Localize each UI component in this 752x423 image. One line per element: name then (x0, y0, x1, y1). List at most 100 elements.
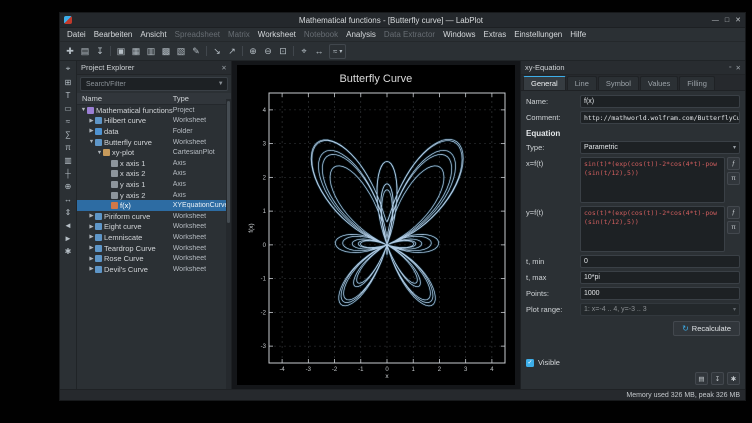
expander-icon[interactable]: ▶ (88, 224, 95, 230)
type-select[interactable]: Parametric ▾ (580, 141, 740, 154)
menu-einstellungen[interactable]: Einstellungen (510, 30, 566, 39)
tmin-field[interactable]: 0 (580, 255, 740, 268)
new-worksheet-icon[interactable]: ▧ (174, 44, 188, 58)
insert-function-button[interactable]: ƒ (727, 157, 740, 170)
new-spreadsheet-icon[interactable]: ▥ (144, 44, 158, 58)
tab-symbol[interactable]: Symbol (598, 76, 639, 90)
column-type[interactable]: Type (173, 94, 231, 103)
legend-icon[interactable]: ▥ (62, 154, 75, 166)
settings-icon[interactable]: ✱ (62, 245, 75, 257)
expander-icon[interactable]: ▶ (88, 128, 95, 134)
options-button[interactable]: ✱ (727, 372, 740, 385)
expander-icon[interactable]: ▶ (88, 213, 95, 219)
tree-row-lemniscate[interactable]: ▶LemniscateWorksheet (77, 232, 231, 243)
pan-icon[interactable]: ↔ (312, 44, 326, 58)
insert-function-button[interactable]: ƒ (727, 206, 740, 219)
new-matrix-icon[interactable]: ▩ (159, 44, 173, 58)
tab-values[interactable]: Values (640, 76, 678, 90)
filter-icon[interactable]: ▼ (218, 81, 224, 87)
text-label-icon[interactable]: T (62, 89, 75, 101)
tree-row-teardrop-curve[interactable]: ▶Teardrop CurveWorksheet (77, 243, 231, 254)
insert-constant-button[interactable]: π (727, 172, 740, 185)
menu-hilfe[interactable]: Hilfe (566, 30, 590, 39)
tree-row-x-axis-1[interactable]: x axis 1Axis (77, 158, 231, 169)
project-explorer-close-icon[interactable]: ✕ (221, 64, 226, 72)
maximize-button[interactable]: □ (725, 17, 729, 24)
open-project-icon[interactable]: ▤ (78, 44, 92, 58)
expander-icon[interactable]: ▶ (88, 266, 95, 272)
titlebar[interactable]: Mathematical functions - [Butterfly curv… (60, 13, 745, 28)
tree-row-butterfly-curve[interactable]: ▼Butterfly curveWorksheet (77, 137, 231, 148)
zoom-select-icon[interactable]: ⊕ (62, 180, 75, 192)
tree-row-data[interactable]: ▶dataFolder (77, 126, 231, 137)
equation-icon[interactable]: ∑ (62, 128, 75, 140)
tree-row-x-axis-2[interactable]: x axis 2Axis (77, 169, 231, 180)
new-project-icon[interactable]: ✚ (63, 44, 77, 58)
recalculate-button[interactable]: ↻ Recalculate (673, 321, 740, 336)
points-field[interactable]: 1000 (580, 287, 740, 300)
minimize-button[interactable]: — (712, 17, 719, 24)
menu-analysis[interactable]: Analysis (342, 30, 380, 39)
menu-extras[interactable]: Extras (480, 30, 511, 39)
x-equation-input[interactable]: sin(t)*(exp(cos(t))-2*cos(4*t)-pow(sin(t… (580, 157, 725, 203)
add-plot-icon[interactable]: ⊞ (62, 76, 75, 88)
new-workbook-icon[interactable]: ▦ (129, 44, 143, 58)
export-icon[interactable]: ↗ (225, 44, 239, 58)
curve-icon[interactable]: ≈ (62, 115, 75, 127)
image-icon[interactable]: ▭ (62, 102, 75, 114)
tree-row-piriform-curve[interactable]: ▶Piriform curveWorksheet (77, 211, 231, 222)
constant-icon[interactable]: π (62, 141, 75, 153)
menu-bearbeiten[interactable]: Bearbeiten (90, 30, 137, 39)
axis-icon[interactable]: ┼ (62, 167, 75, 179)
comment-field[interactable]: http://mathworld.wolfram.com/ButterflyCu… (580, 111, 740, 124)
tree-row-eight-curve[interactable]: ▶Eight curveWorksheet (77, 222, 231, 233)
tree-row-devil-s-curve[interactable]: ▶Devil's CurveWorksheet (77, 264, 231, 275)
float-dock-icon[interactable]: ▫ (729, 64, 731, 71)
visible-checkbox[interactable]: ✓ (526, 359, 534, 367)
zoom-in-icon[interactable]: ⊕ (246, 44, 260, 58)
select-icon[interactable]: ⌖ (297, 44, 311, 58)
add-curve-dropdown[interactable]: ≈▾ (329, 44, 346, 59)
tmax-field[interactable]: 10*pi (580, 271, 740, 284)
tab-general[interactable]: General (523, 76, 566, 90)
equation-dock-close-icon[interactable]: ✕ (736, 64, 741, 72)
close-button[interactable]: ✕ (735, 16, 741, 24)
expander-icon[interactable]: ▼ (96, 150, 103, 156)
new-note-icon[interactable]: ✎ (189, 44, 203, 58)
zoom-y-icon[interactable]: ⇕ (62, 206, 75, 218)
menu-worksheet[interactable]: Worksheet (254, 30, 300, 39)
tree-row-rose-curve[interactable]: ▶Rose CurveWorksheet (77, 253, 231, 264)
expander-icon[interactable]: ▶ (88, 245, 95, 251)
tree-row-y-axis-1[interactable]: y axis 1Axis (77, 179, 231, 190)
tab-filling[interactable]: Filling (679, 76, 715, 90)
expander-icon[interactable]: ▶ (88, 118, 95, 124)
shift-right-icon[interactable]: ► (62, 232, 75, 244)
scrollbar-thumb[interactable] (227, 101, 230, 223)
shift-left-icon[interactable]: ◄ (62, 219, 75, 231)
expander-icon[interactable]: ▼ (80, 107, 87, 113)
save-template-button[interactable]: ↧ (711, 372, 724, 385)
tree-row-hilbert-curve[interactable]: ▶Hilbert curveWorksheet (77, 116, 231, 127)
expander-icon[interactable]: ▼ (88, 139, 95, 145)
load-template-button[interactable]: ▤ (695, 372, 708, 385)
new-folder-icon[interactable]: ▣ (114, 44, 128, 58)
tab-line[interactable]: Line (567, 76, 597, 90)
cursor-icon[interactable]: ⌖ (62, 63, 75, 75)
save-project-icon[interactable]: ↧ (93, 44, 107, 58)
zoom-out-icon[interactable]: ⊖ (261, 44, 275, 58)
menu-datei[interactable]: Datei (63, 30, 90, 39)
expander-icon[interactable]: ▶ (88, 256, 95, 262)
import-icon[interactable]: ↘ (210, 44, 224, 58)
tree-row-y-axis-2[interactable]: y axis 2Axis (77, 190, 231, 201)
expander-icon[interactable]: ▶ (88, 234, 95, 240)
tree-row-xy-plot[interactable]: ▼xy-plotCartesianPlot (77, 147, 231, 158)
tree-row-f-x[interactable]: f(x)XYEquationCurve (77, 200, 231, 211)
zoom-fit-icon[interactable]: ⊡ (276, 44, 290, 58)
search-input[interactable] (84, 80, 218, 89)
worksheet-page[interactable]: Butterfly Curve -4-3-2-10123443210-1-2-3… (237, 65, 515, 385)
plot-svg[interactable]: -4-3-2-10123443210-1-2-3xf(x) (245, 89, 511, 381)
explorer-scrollbar[interactable] (226, 99, 231, 389)
name-field[interactable]: f(x) (580, 95, 740, 108)
column-name[interactable]: Name (77, 94, 173, 103)
insert-constant-button[interactable]: π (727, 221, 740, 234)
